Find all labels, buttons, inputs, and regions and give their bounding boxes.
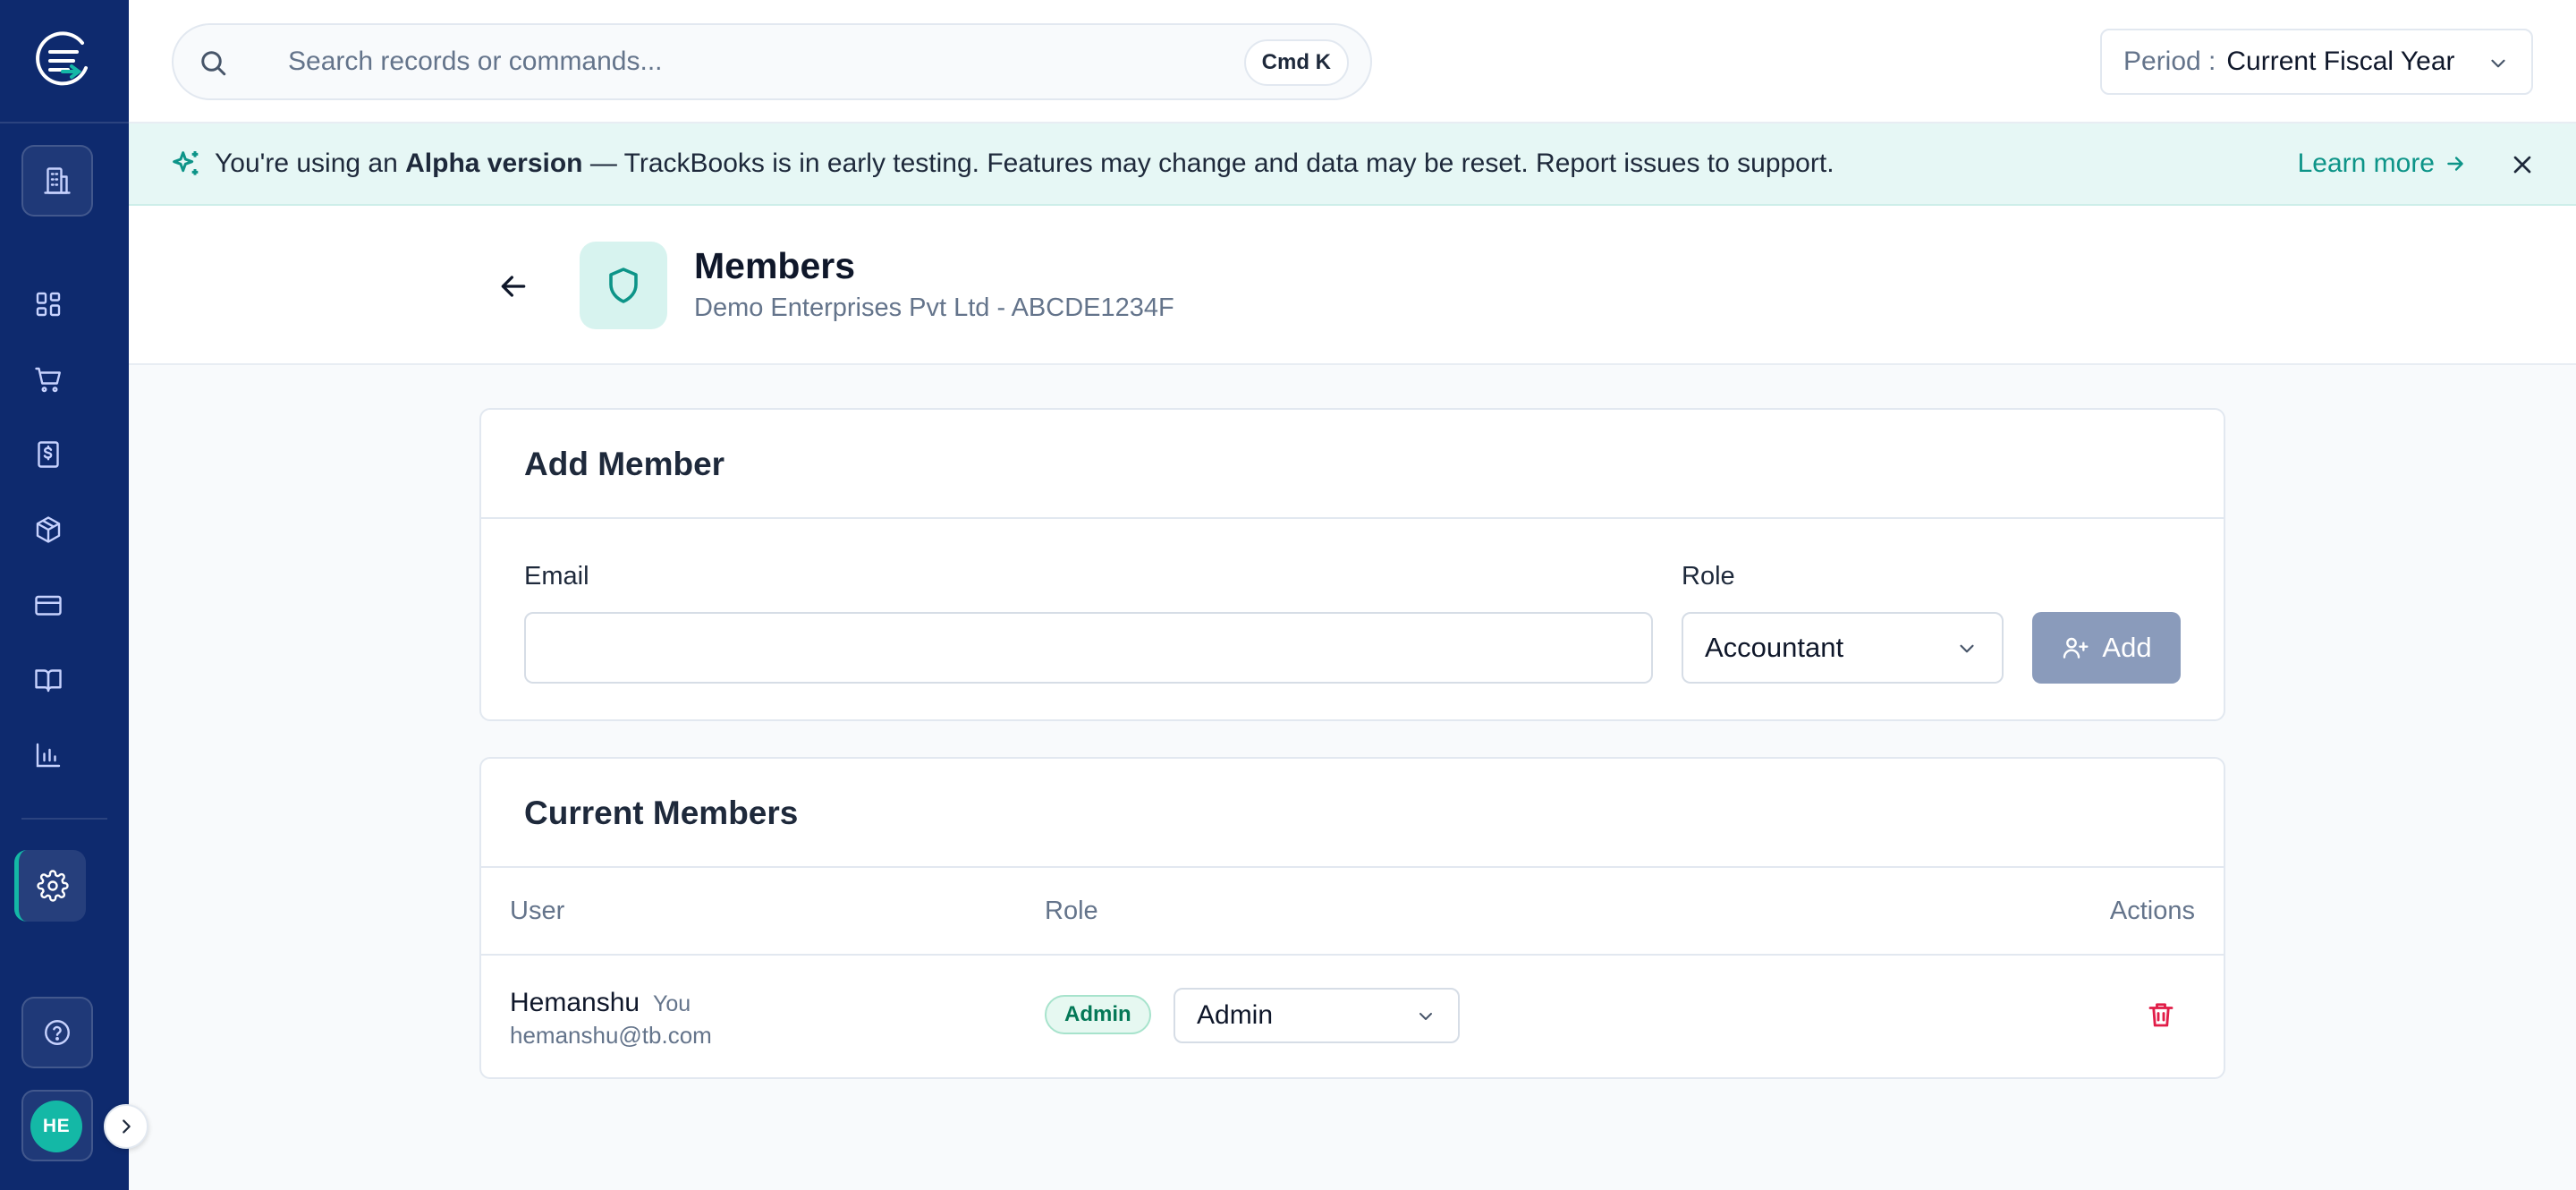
building-icon <box>44 167 71 194</box>
add-member-title: Add Member <box>524 446 725 482</box>
member-name: Hemanshu <box>510 988 640 1017</box>
add-member-card: Add Member Email Role Accountant Add <box>479 408 2225 721</box>
search-icon <box>201 51 226 76</box>
close-icon[interactable] <box>2508 150 2537 179</box>
members-badge <box>580 242 667 329</box>
sidebar-divider <box>0 122 129 123</box>
add-button-label: Add <box>2102 632 2152 663</box>
chevron-right-icon <box>123 1119 131 1134</box>
expand-sidebar-button[interactable] <box>104 1104 148 1149</box>
add-member-button[interactable]: Add <box>2032 612 2181 684</box>
shopping-cart-icon <box>35 367 61 393</box>
table-header-divider <box>481 954 2224 956</box>
search-bar[interactable]: Search records or commands... Cmd K <box>172 23 1372 100</box>
period-select[interactable]: Period : Current Fiscal Year <box>2100 29 2533 95</box>
column-header-actions: Actions <box>2109 897 2195 925</box>
invoice-dollar-icon <box>38 441 59 468</box>
back-arrow-icon[interactable] <box>496 268 531 304</box>
member-role-select[interactable]: Admin <box>1174 988 1460 1043</box>
help-button[interactable] <box>21 997 93 1068</box>
you-tag: You <box>653 991 691 1016</box>
alpha-banner: You're using an Alpha version — TrackBoo… <box>129 123 2576 206</box>
banner-message: You're using an Alpha version — TrackBoo… <box>215 149 1835 178</box>
credit-card-icon <box>35 595 62 616</box>
arrow-right-icon <box>2447 157 2463 171</box>
chevron-down-icon <box>1960 644 1974 653</box>
email-field[interactable] <box>524 612 1653 684</box>
sidebar-item-ledger[interactable] <box>30 662 66 698</box>
help-circle-icon <box>45 1020 70 1045</box>
shield-icon <box>609 268 638 303</box>
page-title: Members <box>694 245 856 286</box>
member-email: hemanshu@tb.com <box>510 1022 712 1049</box>
period-label: Period : <box>2123 47 2216 76</box>
member-role-value: Admin <box>1197 1000 1274 1030</box>
sidebar-item-invoices[interactable] <box>30 437 66 472</box>
trash-icon[interactable] <box>2145 999 2177 1031</box>
sparkles-icon <box>173 151 199 175</box>
search-input[interactable]: Search records or commands... <box>288 47 663 77</box>
sidebar-item-inventory[interactable] <box>30 512 66 548</box>
app-logo-icon[interactable] <box>32 29 93 93</box>
sidebar-item-dashboard[interactable] <box>30 286 66 322</box>
column-header-role: Role <box>1045 897 1098 925</box>
bar-chart-icon <box>36 743 61 768</box>
column-header-user: User <box>510 897 565 925</box>
card-divider <box>481 517 2224 519</box>
card-divider <box>481 866 2224 868</box>
page-header: Members Demo Enterprises Pvt Ltd - ABCDE… <box>129 206 2576 365</box>
dashboard-grid-icon <box>36 292 61 317</box>
chevron-down-icon <box>1419 1013 1432 1020</box>
sidebar-item-payments[interactable] <box>30 587 66 623</box>
sidebar-item-company[interactable] <box>21 145 93 217</box>
avatar[interactable]: HE <box>30 1101 82 1152</box>
sidebar-divider <box>21 818 107 820</box>
current-members-card: Current Members User Role Actions Hemans… <box>479 757 2225 1079</box>
role-select-value: Accountant <box>1705 632 1844 663</box>
current-members-title: Current Members <box>524 795 799 831</box>
sidebar-item-reports[interactable] <box>30 737 66 773</box>
sidebar: HE <box>0 0 129 1190</box>
period-value: Current Fiscal Year <box>2226 47 2455 76</box>
book-open-icon <box>35 669 62 693</box>
user-plus-icon <box>2063 637 2089 659</box>
role-label: Role <box>1682 562 1735 591</box>
learn-more-link[interactable]: Learn more <box>2298 149 2467 179</box>
role-select[interactable]: Accountant <box>1682 612 2004 684</box>
page-subtitle: Demo Enterprises Pvt Ltd - ABCDE1234F <box>694 293 1174 322</box>
email-label: Email <box>524 562 589 591</box>
chevron-down-icon <box>2491 59 2505 68</box>
topbar: Search records or commands... Cmd K Peri… <box>129 0 2576 123</box>
shortcut-hint: Cmd K <box>1243 39 1349 86</box>
status-badge: Admin <box>1045 995 1151 1034</box>
gear-icon <box>36 870 69 902</box>
sidebar-item-sales[interactable] <box>30 361 66 397</box>
sidebar-item-settings[interactable] <box>14 850 86 922</box>
package-box-icon <box>36 516 61 543</box>
